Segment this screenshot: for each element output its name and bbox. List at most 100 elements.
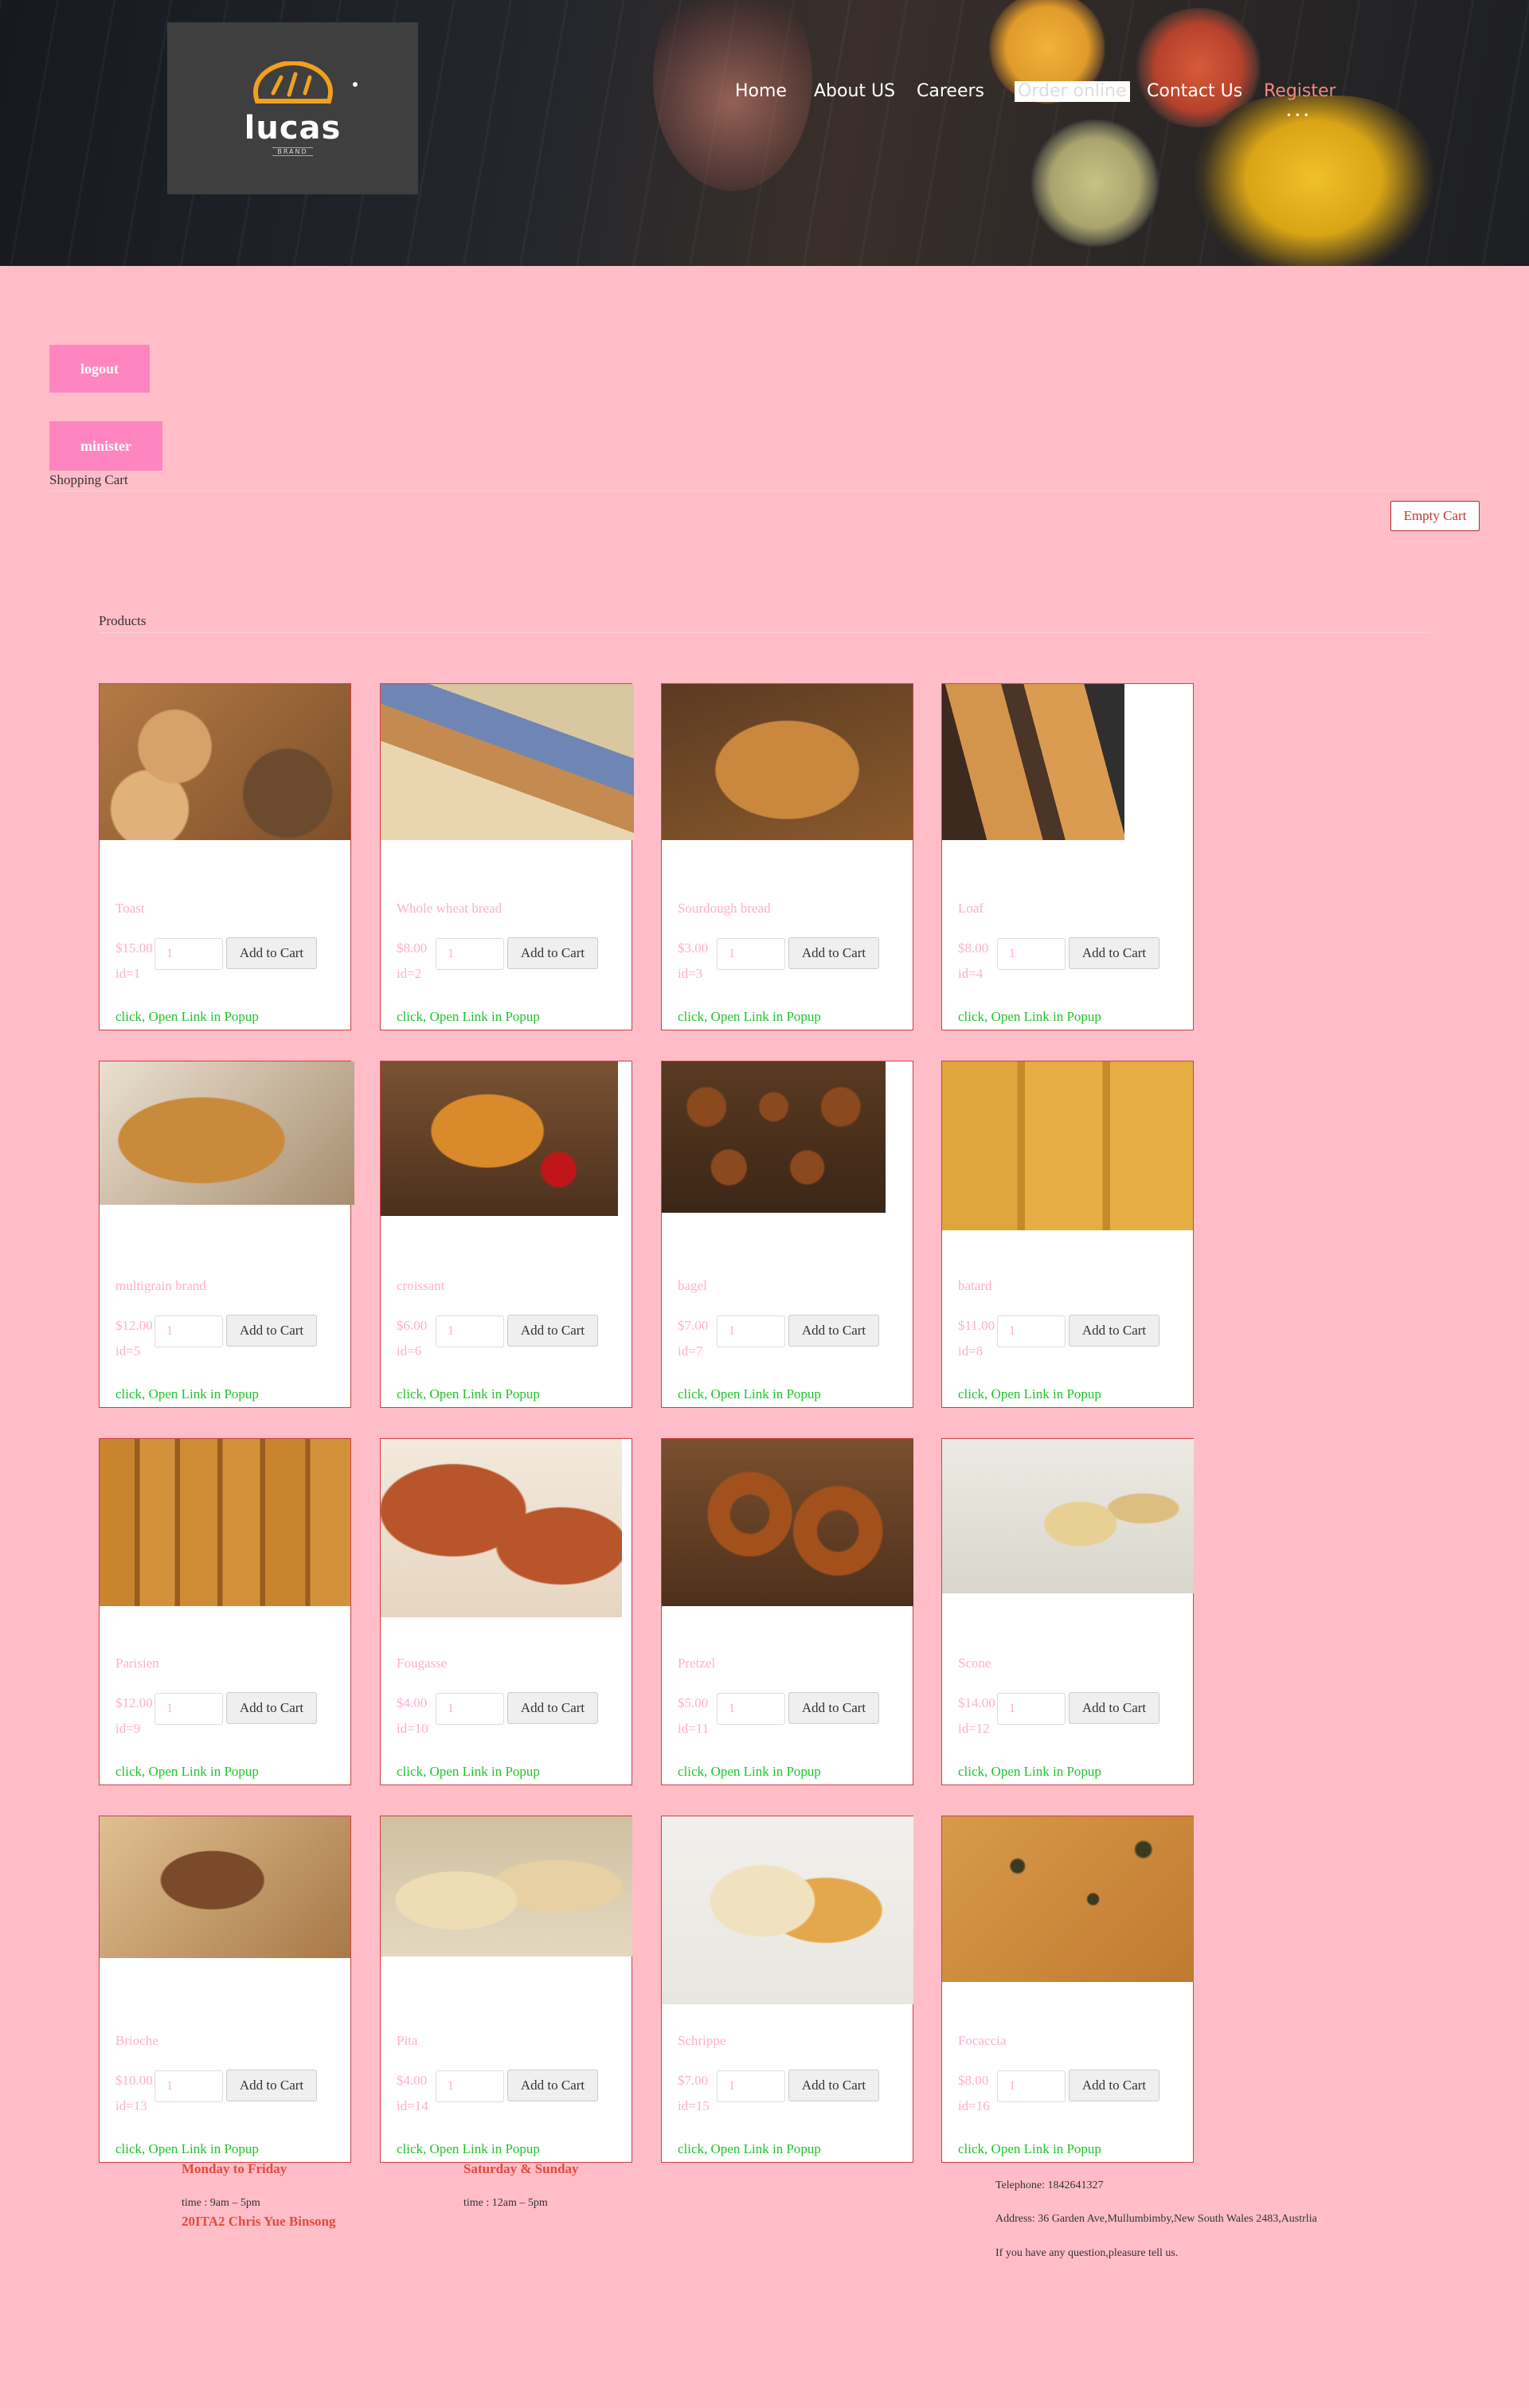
product-price: $5.00 [678,1695,709,1710]
quantity-input[interactable]: 1 [997,938,1066,970]
nav-about-us[interactable]: About US [814,78,895,105]
product-id: id=16 [958,2098,990,2113]
product-price: $10.00 [115,2073,153,2088]
add-to-cart-button[interactable]: Add to Cart [226,1692,317,1724]
open-popup-link[interactable]: click, Open Link in Popup [958,1009,1101,1025]
quantity-input[interactable]: 1 [717,1693,785,1725]
nav-order-online[interactable]: Order online [1015,81,1130,102]
product-price: $3.00 [678,940,709,956]
weekend-time: time : 12am – 5pm [463,2197,548,2209]
add-to-cart-button[interactable]: Add to Cart [1069,1315,1159,1347]
product-price: $7.00 [678,1318,709,1333]
logout-button[interactable]: logout [49,345,150,393]
add-to-cart-button[interactable]: Add to Cart [1069,2070,1159,2101]
product-photo [942,684,1124,840]
product-name: Pretzel [678,1656,716,1671]
open-popup-link[interactable]: click, Open Link in Popup [958,1764,1101,1780]
add-to-cart-button[interactable]: Add to Cart [1069,1692,1159,1724]
add-to-cart-button[interactable]: Add to Cart [507,1692,598,1724]
product-price: $4.00 [397,2073,428,2088]
quantity-input[interactable]: 1 [154,1315,223,1347]
product-price: $8.00 [958,2073,989,2088]
product-id: id=2 [397,966,422,981]
add-to-cart-button[interactable]: Add to Cart [226,2070,317,2101]
add-to-cart-button[interactable]: Add to Cart [507,937,598,969]
open-popup-link[interactable]: click, Open Link in Popup [397,2141,540,2157]
bread-logo-icon [252,61,333,104]
open-popup-link[interactable]: click, Open Link in Popup [678,1386,821,1402]
open-popup-link[interactable]: click, Open Link in Popup [678,1009,821,1025]
product-photo [662,1061,886,1213]
product-card: Parisien $12.00 1 Add to Cart id=9 click, Ope… [99,1438,351,1785]
add-to-cart-button[interactable]: Add to Cart [507,1315,598,1347]
product-card: Fougasse $4.00 1 Add to Cart id=10 click, Ope… [380,1438,632,1785]
open-popup-link[interactable]: click, Open Link in Popup [115,1386,259,1402]
add-to-cart-button[interactable]: Add to Cart [788,1692,879,1724]
add-to-cart-button[interactable]: Add to Cart [1069,937,1159,969]
quantity-input[interactable]: 1 [997,2070,1066,2102]
open-popup-link[interactable]: click, Open Link in Popup [115,1764,259,1780]
open-popup-link[interactable]: click, Open Link in Popup [397,1009,540,1025]
product-name: Loaf [958,901,984,916]
product-name: Toast [115,901,145,916]
product-photo [100,1816,350,1958]
nav-contact-us[interactable]: Contact Us [1147,78,1242,105]
open-popup-link[interactable]: click, Open Link in Popup [115,1009,259,1025]
quantity-input[interactable]: 1 [436,2070,504,2102]
open-popup-link[interactable]: click, Open Link in Popup [678,2141,821,2157]
product-name: bagel [678,1278,707,1293]
quantity-input[interactable]: 1 [717,1315,785,1347]
nav-careers[interactable]: Careers [917,78,984,105]
add-to-cart-button[interactable]: Add to Cart [788,1315,879,1347]
telephone: Telephone: 1842641327 [995,2179,1104,2191]
open-popup-link[interactable]: click, Open Link in Popup [678,1764,821,1780]
shopping-cart-heading: Shopping Cart [49,472,128,487]
product-id: id=5 [115,1343,141,1358]
product-price: $12.00 [115,1318,153,1333]
add-to-cart-button[interactable]: Add to Cart [226,937,317,969]
product-photo [662,684,913,840]
nav-home[interactable]: Home [735,78,787,105]
product-name: Scone [958,1656,991,1671]
nav-register[interactable]: Register [1264,78,1336,105]
empty-cart-button[interactable]: Empty Cart [1390,501,1480,531]
quantity-input[interactable]: 1 [997,1315,1066,1347]
product-photo [100,684,350,840]
dip-bowl-photo [1027,119,1163,247]
quantity-input[interactable]: 1 [436,938,504,970]
add-to-cart-button[interactable]: Add to Cart [788,937,879,969]
quantity-input[interactable]: 1 [717,938,785,970]
quantity-input[interactable]: 1 [154,1693,223,1725]
product-photo [942,1061,1193,1230]
product-price: $4.00 [397,1695,428,1710]
open-popup-link[interactable]: click, Open Link in Popup [397,1764,540,1780]
weekday-time: time : 9am – 5pm [182,2197,260,2209]
product-card: Pretzel $5.00 1 Add to Cart id=11 click, Open… [661,1438,913,1785]
open-popup-link[interactable]: click, Open Link in Popup [115,2141,259,2157]
product-name: batard [958,1278,992,1293]
product-name: Focaccia [958,2033,1007,2048]
quantity-input[interactable]: 1 [997,1693,1066,1725]
logo[interactable]: lucas BRAND [167,22,418,194]
add-to-cart-button[interactable]: Add to Cart [226,1315,317,1347]
quantity-input[interactable]: 1 [154,938,223,970]
product-id: id=7 [678,1343,703,1358]
nachos-photo [1195,96,1433,266]
product-card: Scone $14.00 1 Add to Cart id=12 click, Open … [941,1438,1194,1785]
open-popup-link[interactable]: click, Open Link in Popup [958,1386,1101,1402]
quantity-input[interactable]: 1 [436,1315,504,1347]
product-price: $15.00 [115,940,153,956]
open-popup-link[interactable]: click, Open Link in Popup [397,1386,540,1402]
add-to-cart-button[interactable]: Add to Cart [507,2070,598,2101]
quantity-input[interactable]: 1 [154,2070,223,2102]
quantity-input[interactable]: 1 [436,1693,504,1725]
logo-dot [353,82,358,87]
products-heading: Products [99,613,147,628]
minister-button[interactable]: minister [49,421,162,471]
product-card: Toast $15.00 1 Add to Cart id=1 click, Open L… [99,683,351,1030]
logo-text: lucas [244,109,342,147]
product-photo [662,1439,913,1606]
add-to-cart-button[interactable]: Add to Cart [788,2070,879,2101]
quantity-input[interactable]: 1 [717,2070,785,2102]
open-popup-link[interactable]: click, Open Link in Popup [958,2141,1101,2157]
